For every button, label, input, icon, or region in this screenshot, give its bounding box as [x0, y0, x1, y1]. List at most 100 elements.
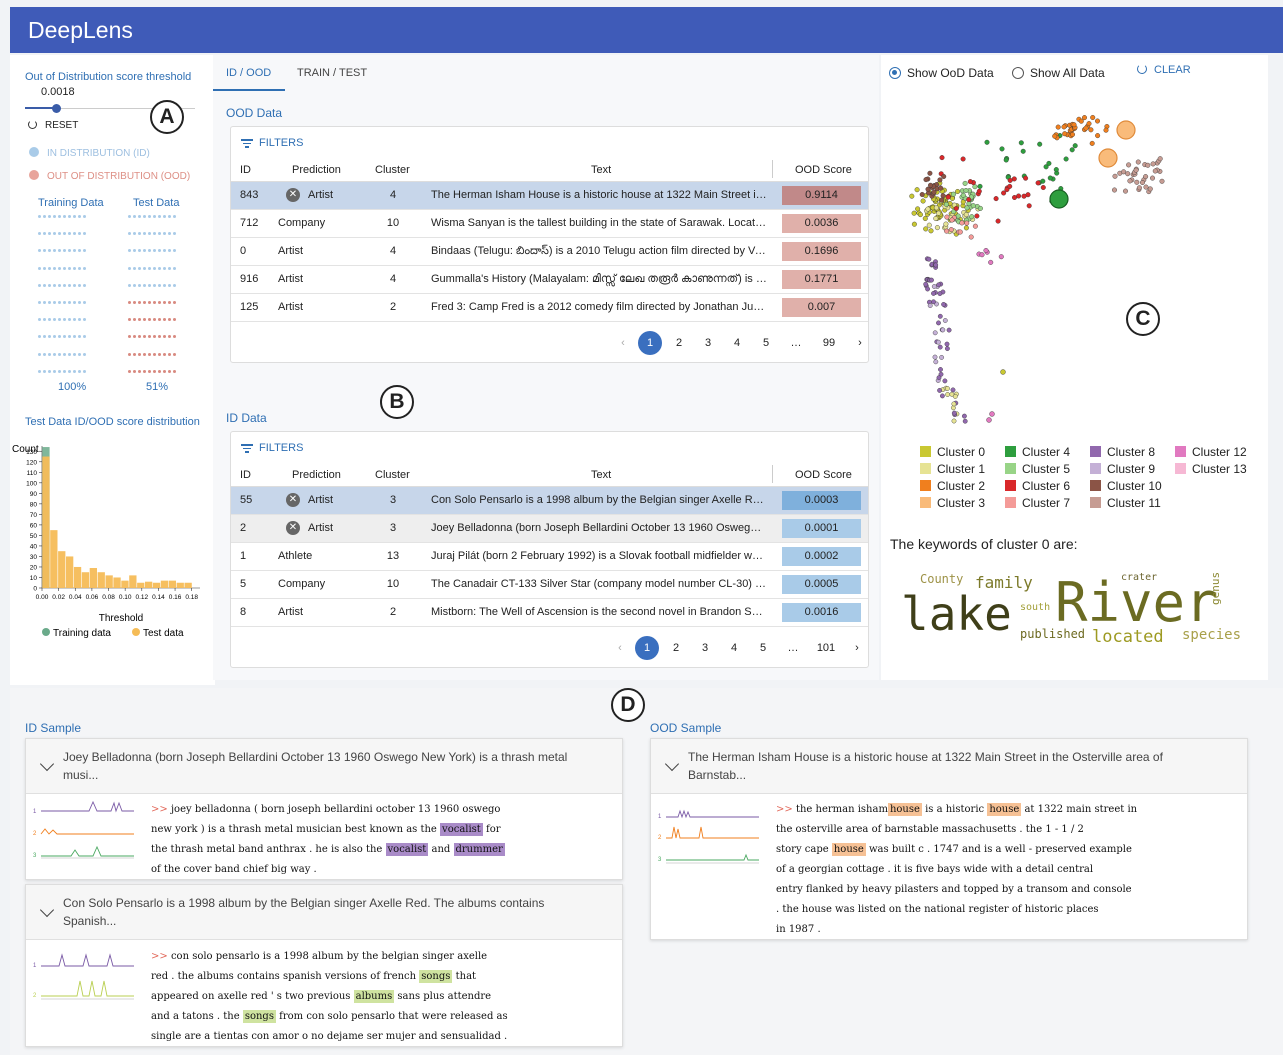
- scatter-point[interactable]: [984, 139, 990, 145]
- scatter-point[interactable]: [972, 223, 978, 229]
- hist-bar[interactable]: [152, 582, 161, 588]
- scatter-point[interactable]: [1037, 141, 1043, 147]
- scatter-point[interactable]: [1143, 174, 1149, 180]
- hist-bar[interactable]: [58, 551, 66, 588]
- scatter-point[interactable]: [946, 327, 952, 333]
- scatter-point[interactable]: [927, 170, 933, 176]
- scatter-point[interactable]: [1053, 167, 1059, 173]
- scatter-point[interactable]: [1152, 168, 1158, 174]
- scatter-point[interactable]: [960, 156, 966, 162]
- keyword-river[interactable]: River: [1055, 571, 1218, 634]
- scatter-point[interactable]: [1069, 147, 1075, 153]
- scatter-point[interactable]: [1133, 167, 1139, 173]
- scatter-point[interactable]: [909, 193, 915, 199]
- table-row[interactable]: 55 ✕ Artist 3 Con Solo Pensarlo is a 1998 al…: [231, 487, 868, 515]
- scatter-point[interactable]: [962, 418, 968, 424]
- scatter-point[interactable]: [957, 229, 963, 235]
- scatter-point[interactable]: [979, 252, 985, 258]
- scatter-point[interactable]: [986, 417, 992, 423]
- scatter-point[interactable]: [995, 218, 1001, 224]
- hist-bar[interactable]: [129, 575, 137, 588]
- scatter-point[interactable]: [983, 247, 989, 253]
- page-button[interactable]: 2: [664, 636, 688, 660]
- scatter-point[interactable]: [1078, 118, 1084, 124]
- scatter-point[interactable]: [963, 187, 969, 193]
- table-row[interactable]: 2 ✕ Artist 3 Joey Belladonna (born Joseph Be…: [231, 515, 868, 543]
- col-cluster[interactable]: Cluster: [375, 164, 410, 176]
- scatter-point[interactable]: [941, 301, 946, 307]
- prev-page-button[interactable]: ‹: [611, 331, 635, 355]
- page-button[interactable]: 2: [667, 331, 691, 355]
- scatter-point[interactable]: [911, 210, 917, 216]
- cluster-legend-item[interactable]: Cluster 4: [1005, 445, 1070, 459]
- table-row[interactable]: 916 Artist 4 Gummalla's History (Malayalam:…: [231, 266, 868, 294]
- hist-bar[interactable]: [137, 582, 145, 588]
- scatter-point[interactable]: [1062, 131, 1068, 137]
- scatter-point[interactable]: [915, 206, 921, 212]
- scatter-point[interactable]: [1121, 169, 1127, 175]
- scatter-point[interactable]: [925, 286, 930, 292]
- col-cluster[interactable]: Cluster: [375, 469, 410, 481]
- scatter-point[interactable]: [923, 177, 929, 183]
- scatter-point[interactable]: [1126, 162, 1132, 168]
- scatter-point[interactable]: [928, 228, 934, 234]
- scatter-point[interactable]: [1094, 118, 1100, 124]
- cluster-legend-item[interactable]: Cluster 0: [920, 445, 985, 459]
- cluster-legend-item[interactable]: Cluster 5: [1005, 462, 1070, 476]
- cluster-legend-item[interactable]: Cluster 2: [920, 479, 985, 493]
- scatter-point[interactable]: [934, 225, 940, 231]
- prev-page-button[interactable]: ‹: [608, 636, 632, 660]
- scatter-point[interactable]: [998, 254, 1004, 260]
- page-button[interactable]: 1: [638, 331, 662, 355]
- cluster-legend-item[interactable]: Cluster 10: [1090, 479, 1162, 493]
- scatter-point[interactable]: [1136, 185, 1142, 191]
- scatter-point[interactable]: [940, 193, 946, 199]
- scatter-point[interactable]: [936, 210, 942, 216]
- col-id[interactable]: ID: [240, 164, 251, 176]
- scatter-point[interactable]: [1088, 127, 1094, 133]
- scatter-point[interactable]: [1026, 203, 1032, 209]
- scatter-point[interactable]: [966, 197, 972, 203]
- scatter-point[interactable]: [962, 180, 968, 186]
- scatter-point[interactable]: [1135, 159, 1141, 165]
- scatter-point[interactable]: [951, 410, 957, 416]
- scatter-point[interactable]: [940, 393, 945, 399]
- threshold-slider-handle[interactable]: [51, 104, 61, 113]
- scatter-point[interactable]: [928, 182, 934, 188]
- page-button[interactable]: 3: [696, 331, 720, 355]
- scatter-point[interactable]: [951, 405, 956, 411]
- cluster-legend-item[interactable]: Cluster 1: [920, 462, 985, 476]
- scatter-point[interactable]: [1127, 178, 1133, 184]
- scatter-point[interactable]: [1095, 133, 1101, 139]
- scatter-point[interactable]: [976, 188, 982, 194]
- col-ood-score[interactable]: OOD Score: [795, 469, 852, 481]
- table-row[interactable]: 843 ✕ Artist 4 The Herman Isham House is a h…: [231, 182, 868, 210]
- cluster-legend-item[interactable]: Cluster 6: [1005, 479, 1070, 493]
- keyword-species[interactable]: species: [1182, 627, 1241, 643]
- col-ood-score[interactable]: OOD Score: [795, 164, 852, 176]
- scatter-point[interactable]: [962, 413, 967, 419]
- scatter-point[interactable]: [1003, 157, 1009, 163]
- scatter-point[interactable]: [927, 303, 933, 309]
- cluster-legend-item[interactable]: Cluster 9: [1090, 462, 1155, 476]
- scatter-point[interactable]: [939, 354, 944, 360]
- scatter-point[interactable]: [1055, 124, 1061, 130]
- scatter-point[interactable]: [953, 205, 959, 211]
- hist-bar[interactable]: [97, 572, 105, 588]
- scatter-point[interactable]: [969, 214, 975, 220]
- scatter-point[interactable]: [931, 290, 936, 296]
- hist-bar[interactable]: [176, 582, 184, 588]
- keyword-located[interactable]: located: [1092, 627, 1164, 647]
- scatter-point[interactable]: [940, 327, 946, 333]
- scatter-point[interactable]: [1007, 177, 1013, 183]
- scatter-point[interactable]: [944, 341, 950, 347]
- scatter-point[interactable]: [963, 225, 969, 231]
- scatter-point[interactable]: [999, 146, 1005, 152]
- scatter-point[interactable]: [1071, 122, 1077, 128]
- scatter-point[interactable]: [937, 387, 942, 393]
- table-row[interactable]: 5 Company 10 The Canadair CT-133 Silver Sta…: [231, 571, 868, 599]
- scatter-point[interactable]: [926, 222, 932, 228]
- cluster-legend-item[interactable]: Cluster 3: [920, 496, 985, 510]
- hist-bar[interactable]: [160, 580, 169, 588]
- page-button[interactable]: 4: [725, 331, 749, 355]
